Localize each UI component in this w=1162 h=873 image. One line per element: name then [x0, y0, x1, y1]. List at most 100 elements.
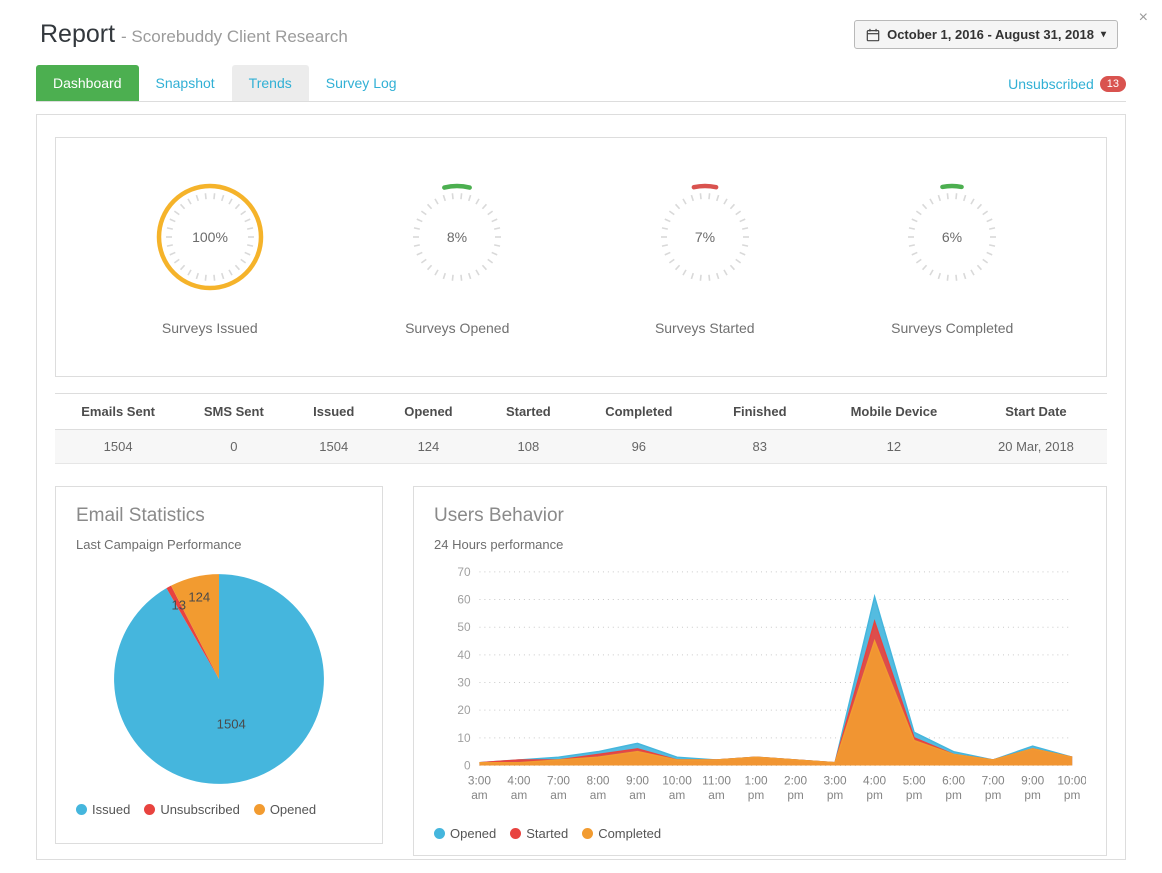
svg-text:6:00: 6:00: [942, 773, 965, 787]
svg-text:pm: pm: [906, 788, 923, 802]
svg-text:124: 124: [188, 589, 210, 604]
table-cell: 108: [476, 430, 581, 464]
email-statistics-subtitle: Last Campaign Performance: [76, 537, 362, 552]
table-cell: 20 Mar, 2018: [965, 430, 1107, 464]
svg-text:1504: 1504: [217, 717, 246, 732]
gauge-dial: 6%: [887, 172, 1017, 302]
svg-text:50: 50: [457, 620, 471, 634]
svg-text:8%: 8%: [447, 229, 467, 245]
svg-text:am: am: [708, 788, 725, 802]
gauge-label: Surveys Completed: [842, 320, 1062, 336]
header: Report- Scorebuddy Client Research Octob…: [0, 0, 1162, 59]
legend-item-started[interactable]: Started: [510, 826, 568, 841]
svg-text:0: 0: [464, 758, 471, 772]
legend-item-issued[interactable]: Issued: [76, 802, 130, 817]
summary-table: Emails SentSMS SentIssuedOpenedStartedCo…: [55, 393, 1107, 464]
svg-text:7:00: 7:00: [982, 773, 1005, 787]
gauge-dial: 7%: [640, 172, 770, 302]
legend-dot: [144, 804, 155, 815]
table-header-cell: Issued: [286, 394, 381, 430]
svg-text:pm: pm: [787, 788, 804, 802]
svg-text:3:00: 3:00: [468, 773, 491, 787]
table-header-row: Emails SentSMS SentIssuedOpenedStartedCo…: [55, 394, 1107, 430]
legend-item-unsubscribed[interactable]: Unsubscribed: [144, 802, 240, 817]
users-behavior-chart: 0102030405060703:00am4:00am7:00am8:00am9…: [434, 562, 1086, 811]
table-cell: 83: [697, 430, 823, 464]
svg-text:am: am: [550, 788, 567, 802]
legend-dot: [510, 828, 521, 839]
legend-dot: [76, 804, 87, 815]
svg-text:30: 30: [457, 675, 471, 689]
tab-bar-tabs: DashboardSnapshotTrendsSurvey Log: [36, 65, 414, 101]
svg-text:pm: pm: [748, 788, 765, 802]
legend-label: Unsubscribed: [160, 802, 240, 817]
gauge-surveys-started: 7%Surveys Started: [595, 172, 815, 336]
table-header-cell: Start Date: [965, 394, 1107, 430]
page-title: Report- Scorebuddy Client Research: [40, 20, 348, 49]
legend-label: Started: [526, 826, 568, 841]
legend-item-opened[interactable]: Opened: [434, 826, 496, 841]
tab-survey-log[interactable]: Survey Log: [309, 65, 414, 101]
email-statistics-pie-wrap: 150413124: [76, 566, 362, 792]
legend-label: Completed: [598, 826, 661, 841]
svg-text:pm: pm: [985, 788, 1002, 802]
legend-dot: [254, 804, 265, 815]
users-behavior-chart-wrap: 0102030405060703:00am4:00am7:00am8:00am9…: [434, 562, 1086, 816]
page-title-text: Report: [40, 20, 115, 48]
email-statistics-title: Email Statistics: [76, 505, 362, 527]
legend-item-opened[interactable]: Opened: [254, 802, 316, 817]
gauge-label: Surveys Issued: [100, 320, 320, 336]
svg-text:10:00: 10:00: [1057, 773, 1086, 787]
table-cell: 1504: [286, 430, 381, 464]
legend-label: Issued: [92, 802, 130, 817]
table-header-cell: Opened: [381, 394, 476, 430]
close-icon[interactable]: ×: [1139, 10, 1148, 26]
table-cell: 96: [581, 430, 697, 464]
chevron-down-icon: ▾: [1101, 29, 1106, 40]
svg-text:pm: pm: [866, 788, 883, 802]
gauge-dial: 8%: [392, 172, 522, 302]
svg-text:7:00: 7:00: [547, 773, 570, 787]
tab-bar: DashboardSnapshotTrendsSurvey Log Unsubs…: [36, 65, 1126, 102]
table-header-cell: Started: [476, 394, 581, 430]
svg-text:70: 70: [457, 565, 471, 579]
svg-text:am: am: [590, 788, 607, 802]
svg-text:10: 10: [457, 731, 471, 745]
date-range-label: October 1, 2016 - August 31, 2018: [887, 27, 1094, 42]
svg-text:5:00: 5:00: [903, 773, 926, 787]
tab-trends[interactable]: Trends: [232, 65, 309, 101]
svg-text:9:00: 9:00: [626, 773, 649, 787]
svg-text:am: am: [629, 788, 646, 802]
svg-text:2:00: 2:00: [784, 773, 807, 787]
report-page: × Report- Scorebuddy Client Research Oct…: [0, 0, 1162, 873]
svg-text:am: am: [471, 788, 488, 802]
svg-text:8:00: 8:00: [586, 773, 609, 787]
calendar-icon: [866, 28, 880, 42]
date-range-picker[interactable]: October 1, 2016 - August 31, 2018 ▾: [854, 20, 1118, 49]
table-header-cell: Finished: [697, 394, 823, 430]
table-header-cell: Completed: [581, 394, 697, 430]
summary-table-body: 15040150412410896831220 Mar, 2018: [55, 430, 1107, 464]
legend-item-completed[interactable]: Completed: [582, 826, 661, 841]
svg-text:40: 40: [457, 648, 471, 662]
email-statistics-pie: 150413124: [106, 566, 332, 792]
users-behavior-title: Users Behavior: [434, 505, 1086, 527]
svg-text:7%: 7%: [695, 229, 715, 245]
table-row: 15040150412410896831220 Mar, 2018: [55, 430, 1107, 464]
gauge-surveys-completed: 6% Surveys Completed: [842, 172, 1062, 336]
summary-table-head: Emails SentSMS SentIssuedOpenedStartedCo…: [55, 394, 1107, 430]
tab-snapshot[interactable]: Snapshot: [139, 65, 232, 101]
unsubscribed-link[interactable]: Unsubscribed 13: [1008, 76, 1126, 101]
svg-text:9:00: 9:00: [1021, 773, 1044, 787]
svg-text:10:00: 10:00: [662, 773, 692, 787]
tab-dashboard[interactable]: Dashboard: [36, 65, 139, 101]
legend-dot: [582, 828, 593, 839]
svg-text:1:00: 1:00: [745, 773, 768, 787]
unsubscribed-label: Unsubscribed: [1008, 76, 1094, 92]
svg-text:3:00: 3:00: [824, 773, 847, 787]
table-header-cell: SMS Sent: [181, 394, 286, 430]
svg-text:11:00: 11:00: [702, 773, 731, 787]
svg-text:20: 20: [457, 703, 471, 717]
legend-dot: [434, 828, 445, 839]
legend-label: Opened: [270, 802, 316, 817]
